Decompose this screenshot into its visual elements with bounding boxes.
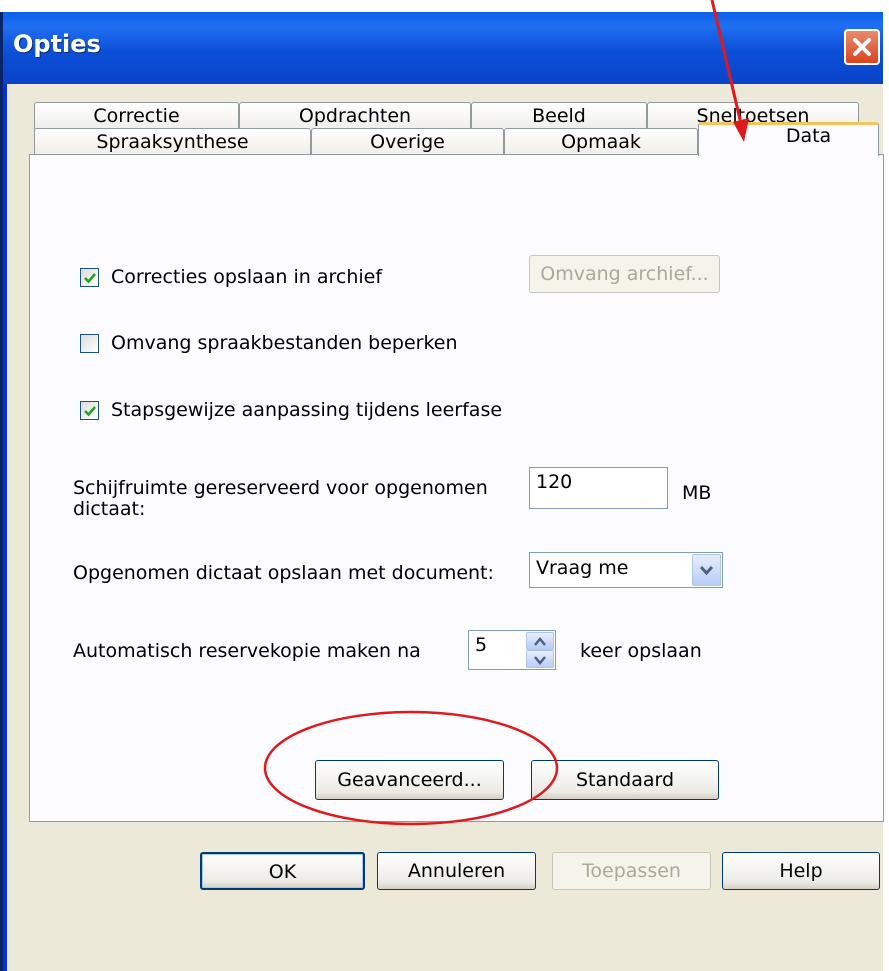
spin-down-button[interactable] [526, 650, 554, 668]
tab-label: Opmaak [561, 131, 641, 153]
options-dialog: Opties Correctie Opdrachten Beeld Snelto… [0, 12, 884, 971]
close-icon [853, 38, 871, 56]
stapsgewijze-label: Stapsgewijze aanpassing tijdens leerfase [111, 399, 503, 421]
schijfruimte-label-cont: dictaat: [73, 498, 146, 520]
button-label: OK [268, 861, 297, 883]
button-label: Annuleren [407, 860, 506, 882]
stepper-value: 5 [475, 634, 488, 656]
window-title: Opties [13, 30, 101, 58]
opslaan-met-document-label: Opgenomen dictaat opslaan met document: [73, 562, 494, 584]
correcties-checkbox[interactable] [80, 268, 99, 287]
dialog-body: Correctie Opdrachten Beeld Sneltoetsen S… [7, 84, 884, 971]
help-button[interactable]: Help [722, 852, 880, 890]
button-label: Geavanceerd... [337, 769, 482, 791]
geavanceerd-button[interactable]: Geavanceerd... [315, 760, 504, 800]
button-label: Help [779, 860, 823, 882]
opslaan-met-document-select[interactable]: Vraag me [529, 552, 723, 588]
tab-data[interactable]: Data [698, 122, 879, 156]
tab-label: Beeld [532, 105, 586, 127]
spin-up-button[interactable] [526, 632, 554, 650]
close-button[interactable] [844, 29, 880, 65]
omvang-archief-button[interactable]: Omvang archief... [529, 255, 720, 293]
arrow-up-icon [534, 637, 546, 646]
tab-label: Correctie [93, 105, 180, 127]
field-value: 120 [536, 471, 573, 493]
button-label: Standaard [575, 769, 675, 791]
button-label: Toepassen [582, 860, 681, 882]
schijfruimte-label: Schijfruimte gereserveerd voor opgenomen [73, 477, 488, 499]
stapsgewijze-checkbox[interactable] [80, 401, 99, 420]
reservekopie-label: Automatisch reservekopie maken na [73, 640, 421, 662]
mb-unit-label: MB [682, 482, 712, 504]
chevron-down-icon [699, 565, 714, 576]
title-bar[interactable]: Opties [3, 12, 883, 84]
arrow-down-icon [534, 656, 546, 665]
reservekopie-stepper[interactable]: 5 [468, 630, 556, 670]
button-label: Omvang archief... [540, 263, 709, 285]
schijfruimte-input[interactable]: 120 [529, 467, 668, 509]
ok-button[interactable]: OK [200, 852, 365, 890]
tab-label: Spraaksynthese [96, 131, 249, 153]
tab-label: Opdrachten [298, 105, 412, 127]
omvang-spraak-label: Omvang spraakbestanden beperken [111, 332, 458, 354]
omvang-spraak-checkbox[interactable] [80, 334, 99, 353]
tab-label: Overige [370, 131, 445, 153]
standaard-button[interactable]: Standaard [531, 760, 719, 800]
annuleren-button[interactable]: Annuleren [377, 852, 536, 890]
correcties-label: Correcties opslaan in archief [111, 266, 383, 288]
select-value: Vraag me [536, 557, 629, 579]
toepassen-button[interactable]: Toepassen [552, 852, 711, 890]
checkmark-icon [84, 406, 96, 417]
dropdown-button[interactable] [692, 554, 721, 586]
keer-opslaan-label: keer opslaan [580, 640, 702, 662]
tab-label: Data [785, 125, 832, 147]
checkmark-icon [84, 273, 96, 284]
